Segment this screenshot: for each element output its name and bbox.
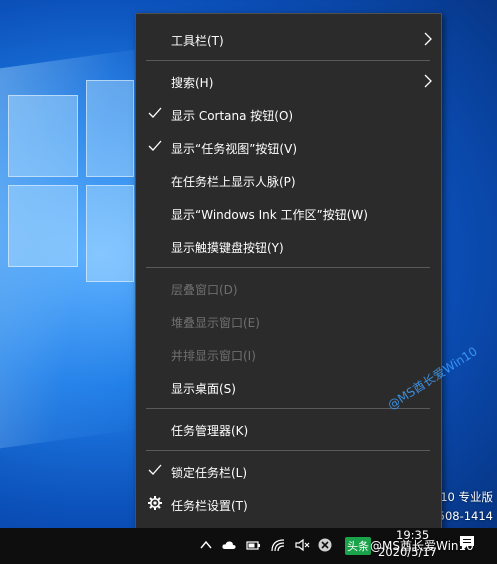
menu-item-show-cortana[interactable]: 显示 Cortana 按钮(O) bbox=[136, 98, 441, 131]
menu-item-label: 在任务栏上显示人脉(P) bbox=[171, 175, 296, 189]
clock-time[interactable]: 19:35 bbox=[396, 528, 429, 542]
menu-item-show-people[interactable]: 在任务栏上显示人脉(P) bbox=[136, 164, 441, 197]
menu-item-label: 任务管理器(K) bbox=[171, 424, 249, 438]
taskbar-context-menu: 工具栏(T) 搜索(H) 显示 Cortana 按钮(O) 显示“任务视图”按钮… bbox=[135, 13, 480, 530]
menu-item-task-manager[interactable]: 任务管理器(K) bbox=[136, 413, 441, 446]
menu-item-label: 并排显示窗口(I) bbox=[171, 349, 256, 363]
menu-item-taskbar-settings[interactable]: 任务栏设置(T) bbox=[136, 488, 441, 521]
menu-item-toolbars[interactable]: 工具栏(T) bbox=[136, 23, 441, 56]
close-circle-icon[interactable] bbox=[317, 537, 333, 553]
checkmark-icon bbox=[148, 107, 162, 118]
toutiao-badge: 头条 bbox=[345, 537, 371, 555]
menu-separator bbox=[146, 450, 430, 451]
menu-separator bbox=[146, 408, 430, 409]
menu-separator bbox=[146, 267, 430, 268]
wallpaper-logo-pane bbox=[86, 80, 134, 177]
menu-item-stack-windows: 堆叠显示窗口(E) bbox=[136, 305, 441, 338]
chevron-up-icon[interactable] bbox=[198, 537, 214, 553]
menu-item-show-task-view[interactable]: 显示“任务视图”按钮(V) bbox=[136, 131, 441, 164]
checkmark-icon bbox=[148, 464, 162, 475]
menu-item-label: 工具栏(T) bbox=[171, 34, 224, 48]
menu-item-show-windows-ink[interactable]: 显示“Windows Ink 工作区”按钮(W) bbox=[136, 197, 441, 230]
gear-icon bbox=[148, 496, 162, 510]
desktop: 10 专业版 508-1414 工具栏(T) 搜索(H) 显示 Cortana … bbox=[0, 0, 497, 564]
checkmark-icon bbox=[148, 140, 162, 151]
menu-item-label: 显示桌面(S) bbox=[171, 382, 236, 396]
menu-item-label: 任务栏设置(T) bbox=[171, 499, 248, 513]
desktop-build-watermark: 508-1414 bbox=[437, 509, 493, 523]
action-center-icon[interactable] bbox=[458, 534, 476, 552]
menu-item-show-touch-keyboard[interactable]: 显示触摸键盘按钮(Y) bbox=[136, 230, 441, 263]
wifi-icon[interactable] bbox=[270, 537, 286, 553]
chevron-right-icon bbox=[424, 32, 432, 46]
wallpaper-logo-pane bbox=[8, 95, 78, 177]
menu-separator bbox=[146, 60, 430, 61]
wallpaper-logo-pane bbox=[8, 185, 78, 267]
menu-item-label: 显示 Cortana 按钮(O) bbox=[171, 109, 294, 123]
volume-muted-icon[interactable] bbox=[294, 537, 310, 553]
menu-item-label: 显示“任务视图”按钮(V) bbox=[171, 142, 298, 156]
menu-item-label: 堆叠显示窗口(E) bbox=[171, 316, 260, 330]
menu-item-label: 显示“Windows Ink 工作区”按钮(W) bbox=[171, 208, 368, 222]
menu-item-label: 层叠窗口(D) bbox=[171, 283, 238, 297]
menu-item-side-by-side-windows: 并排显示窗口(I) bbox=[136, 338, 441, 371]
onedrive-cloud-icon[interactable] bbox=[221, 537, 237, 553]
menu-item-label: 显示触摸键盘按钮(Y) bbox=[171, 241, 284, 255]
menu-item-search[interactable]: 搜索(H) bbox=[136, 65, 441, 98]
menu-item-label: 锁定任务栏(L) bbox=[171, 466, 248, 480]
menu-item-label: 搜索(H) bbox=[171, 76, 214, 90]
wallpaper-logo-pane bbox=[86, 185, 134, 282]
menu-item-lock-taskbar[interactable]: 锁定任务栏(L) bbox=[136, 455, 441, 488]
taskbar: 头条 @MS酋长爱Win10 19:35 2020/5/17 bbox=[0, 528, 497, 564]
clock-date[interactable]: 2020/5/17 bbox=[378, 545, 437, 559]
chevron-right-icon bbox=[424, 74, 432, 88]
battery-icon[interactable] bbox=[245, 537, 261, 553]
desktop-edition-watermark: 10 专业版 bbox=[440, 490, 493, 504]
menu-item-cascade-windows: 层叠窗口(D) bbox=[136, 272, 441, 305]
